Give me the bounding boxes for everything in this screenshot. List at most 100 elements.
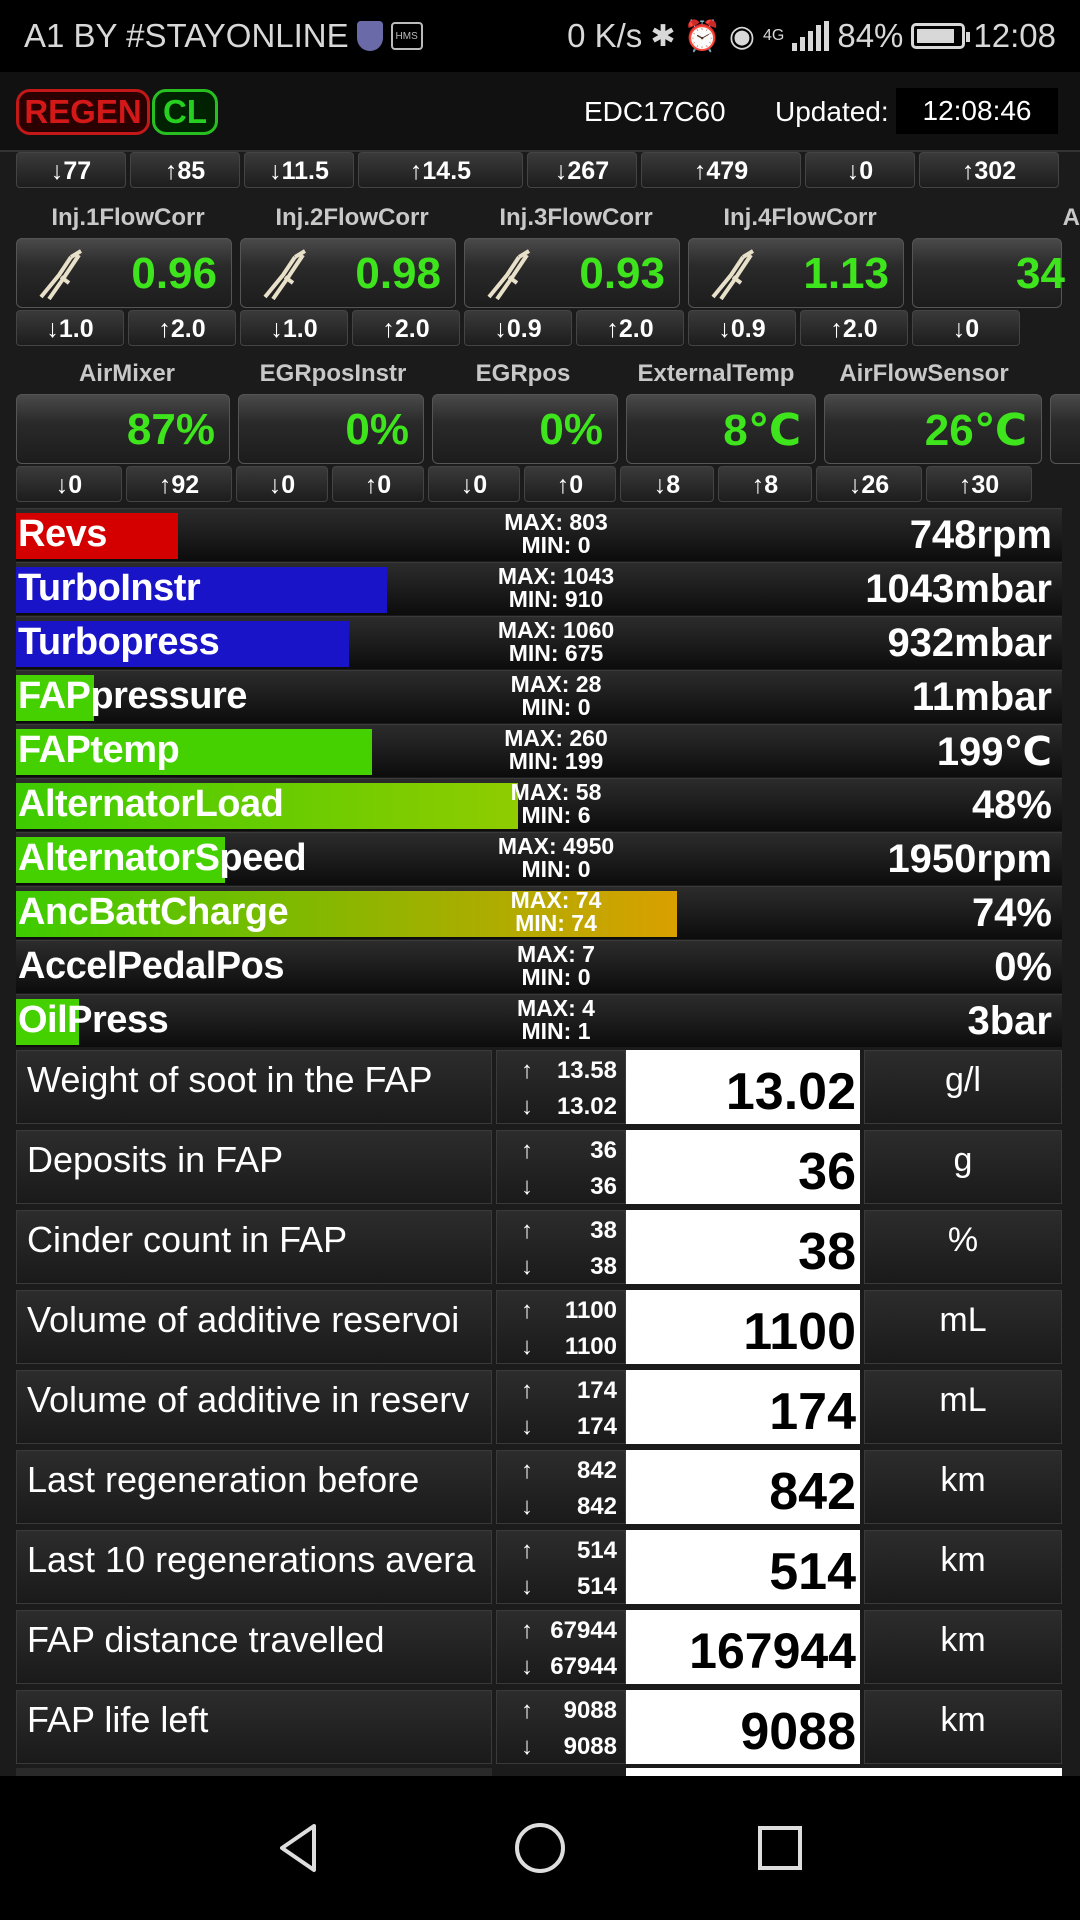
- bar-min: MIN: 74: [515, 910, 597, 936]
- row-unit: km: [864, 1450, 1062, 1524]
- table-row[interactable]: Volume of additive reservoi ↑ 1100 ↓ 1100 1…: [16, 1290, 1062, 1366]
- bar-max: MAX: 7: [517, 941, 595, 967]
- minmax-cell: ↓0.9: [464, 310, 572, 346]
- bar-value: 932mbar: [887, 621, 1052, 665]
- bar-min: MIN: 0: [521, 532, 591, 558]
- gauge-label-airmixer: AirMixer: [78, 360, 176, 387]
- table-row[interactable]: Weight of soot in the FAP ↑ 13.58 ↓ 13.02 1…: [16, 1050, 1062, 1126]
- arrow-up-icon: ↑: [521, 1217, 533, 1244]
- row-label: FAP distance travelled: [16, 1610, 492, 1684]
- row-minmax: ↑ 13.58 ↓ 13.02: [496, 1050, 626, 1124]
- gauge-label-externaltemp: ExternalTemp: [637, 360, 795, 387]
- table-row[interactable]: Last 10 regenerations avera ↑ 514 ↓ 514 514…: [16, 1530, 1062, 1606]
- bar-row-alternatorspeed[interactable]: AlternatorSpeed MAX: 4950 MIN: 0 1950rpm: [16, 832, 1062, 885]
- bar-min: MIN: 6: [521, 802, 591, 828]
- minmax-cell: ↓1.0: [16, 310, 124, 346]
- recents-icon[interactable]: [748, 1816, 812, 1880]
- bar-minmax: MAX: 1043 MIN: 910: [456, 565, 656, 611]
- arrow-down-icon: ↓: [521, 1493, 533, 1520]
- row-minmax: ↑ 67944 ↓ 67944: [496, 1610, 626, 1684]
- injector-icon: [711, 249, 755, 301]
- gauge-inj2[interactable]: 0.98: [240, 238, 456, 308]
- bar-row-oilpress[interactable]: OilPress MAX: 4 MIN: 1 3bar: [16, 994, 1062, 1047]
- arrow-up-icon: ↑: [521, 1057, 533, 1084]
- gauge-inj3[interactable]: 0.93: [464, 238, 680, 308]
- bar-min: MIN: 675: [508, 640, 604, 666]
- bar-minmax: MAX: 260 MIN: 199: [456, 727, 656, 773]
- bar-row-accelpedalpos[interactable]: AccelPedalPos MAX: 7 MIN: 0 0%: [16, 940, 1062, 993]
- table-row[interactable]: Cinder count in FAP ↑ 38 ↓ 38 38 %: [16, 1210, 1062, 1286]
- bar-label: AlternatorSpeed: [18, 837, 307, 879]
- gauge-airflowsensor[interactable]: 26℃: [824, 394, 1042, 464]
- table-row[interactable]: Deposits in FAP ↑ 36 ↓ 36 36 g: [16, 1130, 1062, 1206]
- arrow-up-icon: ↑: [521, 1457, 533, 1484]
- cl-button[interactable]: CL: [152, 89, 218, 135]
- gauge-inj4[interactable]: 1.13: [688, 238, 904, 308]
- minmax-cell: ↓8: [620, 466, 714, 502]
- gauge-egrposinstr[interactable]: 0%: [238, 394, 424, 464]
- bar-value: 11mbar: [911, 675, 1052, 719]
- bar-max: MAX: 4: [517, 995, 595, 1021]
- bar-min: MIN: 0: [521, 964, 591, 990]
- minmax-cell: ↑8: [718, 466, 812, 502]
- bar-max: MAX: 4950: [497, 833, 615, 859]
- gauge-value: 34: [1016, 249, 1065, 298]
- row-unit: km: [864, 1690, 1062, 1764]
- bar-row-revs[interactable]: Revs MAX: 803 MIN: 0 748rpm: [16, 508, 1062, 561]
- arrow-down-icon: ↓: [521, 1093, 533, 1120]
- minmax-cell: ↑2.0: [352, 310, 460, 346]
- bar-row-ancbattcharge[interactable]: AncBattCharge MAX: 74 MIN: 74 74%: [16, 886, 1062, 939]
- row-value: 9088: [626, 1690, 860, 1764]
- gauge-value: 1.13: [803, 249, 889, 298]
- table-row[interactable]: Last regeneration before ↑ 842 ↓ 842 842 km: [16, 1450, 1062, 1526]
- table-row[interactable]: FAP distance travelled ↑ 67944 ↓ 67944 1679…: [16, 1610, 1062, 1686]
- network-type: 4G: [763, 27, 785, 44]
- gauge-label-inj2: Inj.2FlowCorr: [275, 204, 429, 231]
- bar-minmax: MAX: 4 MIN: 1: [456, 997, 656, 1043]
- alarm-icon: ⏰: [683, 19, 721, 53]
- row-value: 1100: [626, 1290, 860, 1364]
- bar-min: MIN: 0: [521, 856, 591, 882]
- injector-icon: [263, 249, 307, 301]
- row-minmax: ↑ 842 ↓ 842: [496, 1450, 626, 1524]
- gauge-egrpos[interactable]: 0%: [432, 394, 618, 464]
- bar-minmax: MAX: 1060 MIN: 675: [456, 619, 656, 665]
- bar-min: MIN: 1: [521, 1018, 591, 1044]
- row-minmax: ↑ 36 ↓ 36: [496, 1130, 626, 1204]
- bar-max: MAX: 1060: [497, 617, 615, 643]
- gauge-airmixer[interactable]: 87%: [16, 394, 230, 464]
- bar-row-faptemp[interactable]: FAPtemp MAX: 260 MIN: 199 199℃: [16, 724, 1062, 777]
- row-value: 13.02: [626, 1050, 860, 1124]
- row-label: FAP life left: [16, 1690, 492, 1764]
- bar-value: 74%: [971, 891, 1052, 935]
- home-icon[interactable]: [508, 1816, 572, 1880]
- row-minmax: ↑ 9088 ↓ 9088: [496, 1690, 626, 1764]
- table-row[interactable]: FAP life left ↑ 9088 ↓ 9088 9088 km: [16, 1690, 1062, 1766]
- status-bar: A1 BY #STAYONLINE HMS 0 K/s ✱ ⏰ ◉ 4G 84%…: [0, 0, 1080, 72]
- regen-button[interactable]: REGEN: [16, 89, 150, 135]
- minmax-cell: ↑479: [641, 152, 801, 188]
- gauge-inj1[interactable]: 0.96: [16, 238, 232, 308]
- gauge-externaltemp[interactable]: 8℃: [626, 394, 816, 464]
- bar-minmax: MAX: 74 MIN: 74: [456, 889, 656, 935]
- gauge-partial[interactable]: 34: [912, 238, 1065, 308]
- gauge-label-egrposinstr: EGRposInstr: [259, 360, 407, 387]
- minmax-cell: ↑92: [126, 466, 232, 502]
- back-icon[interactable]: [268, 1816, 332, 1880]
- gauge-label-partial: A: [1062, 204, 1080, 231]
- updated-label: Updated:: [775, 96, 889, 127]
- table-row[interactable]: Volume of additive in reserv ↑ 174 ↓ 174 17…: [16, 1370, 1062, 1446]
- gauge-value: 0.96: [131, 249, 217, 298]
- bar-min: MIN: 0: [521, 694, 591, 720]
- arrow-down-icon: ↓: [521, 1413, 533, 1440]
- injector-minmax-row: ↓1.0 ↑2.0 ↓1.0 ↑2.0 ↓0.9 ↑2.0 ↓0.9 ↑2.0 ↓0: [16, 310, 1080, 350]
- bar-row-alternatorload[interactable]: AlternatorLoad MAX: 58 MIN: 6 48%: [16, 778, 1062, 831]
- injector-icon: [39, 249, 83, 301]
- row-minmax: ↑ 514 ↓ 514: [496, 1530, 626, 1604]
- bar-row-turbopress[interactable]: Turbopress MAX: 1060 MIN: 675 932mbar: [16, 616, 1062, 669]
- bar-row-turboinstr[interactable]: TurboInstr MAX: 1043 MIN: 910 1043mbar: [16, 562, 1062, 615]
- app-header: REGEN CL EDC17C60 Updated: 12:08:46: [0, 72, 1080, 152]
- bar-row-fappressure[interactable]: FAPpressure MAX: 28 MIN: 0 11mbar: [16, 670, 1062, 723]
- gauge-partial[interactable]: [1050, 394, 1080, 464]
- row-unit: mL: [864, 1290, 1062, 1364]
